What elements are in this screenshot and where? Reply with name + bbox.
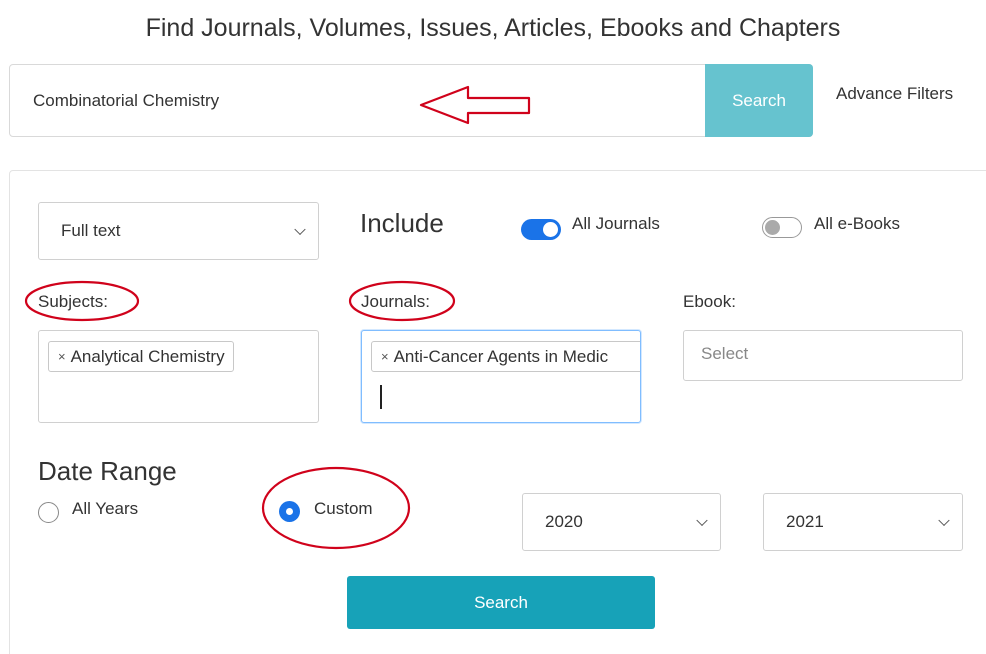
include-label: Include xyxy=(360,208,444,238)
search-scope-select[interactable]: Full text xyxy=(38,202,319,260)
all-ebooks-toggle[interactable] xyxy=(762,217,802,238)
annotation-arrow-icon xyxy=(419,85,531,125)
subject-tag: × Analytical Chemistry xyxy=(48,341,234,372)
from-year-select[interactable]: 2020 xyxy=(522,493,721,551)
subject-tag-label: Analytical Chemistry xyxy=(70,346,225,366)
to-year-select[interactable]: 2021 xyxy=(763,493,963,551)
subjects-multiselect[interactable]: × Analytical Chemistry xyxy=(38,330,319,423)
search-bar xyxy=(9,64,813,137)
chevron-down-icon xyxy=(696,514,708,527)
subjects-label: Subjects: xyxy=(38,292,108,311)
chevron-down-icon xyxy=(294,223,306,236)
ebook-label: Ebook: xyxy=(683,292,736,311)
custom-radio[interactable] xyxy=(279,501,300,522)
all-journals-toggle[interactable] xyxy=(521,219,561,240)
ebook-select[interactable]: Select xyxy=(683,330,963,381)
to-year-value: 2021 xyxy=(786,512,824,531)
page-title: Find Journals, Volumes, Issues, Articles… xyxy=(145,14,841,42)
chevron-down-icon xyxy=(938,514,950,527)
all-ebooks-label: All e-Books xyxy=(814,214,900,233)
submit-search-button[interactable]: Search xyxy=(347,576,655,629)
journals-multiselect[interactable]: × Anti-Cancer Agents in Medic xyxy=(361,330,641,423)
journal-tag-label: Anti-Cancer Agents in Medic xyxy=(393,346,609,366)
custom-label: Custom xyxy=(314,499,373,518)
all-years-radio[interactable] xyxy=(38,502,59,523)
all-years-label: All Years xyxy=(72,499,139,518)
search-button[interactable]: Search xyxy=(705,64,813,137)
from-year-value: 2020 xyxy=(545,512,583,531)
search-scope-value: Full text xyxy=(61,221,121,240)
journals-label: Journals: xyxy=(361,292,430,311)
remove-tag-icon[interactable]: × xyxy=(381,349,389,364)
ebook-placeholder: Select xyxy=(701,344,749,363)
toggle-knob xyxy=(765,220,780,235)
date-range-label: Date Range xyxy=(38,456,177,486)
text-caret xyxy=(380,385,382,409)
all-journals-label: All Journals xyxy=(572,214,660,233)
remove-tag-icon[interactable]: × xyxy=(58,349,66,364)
toggle-knob xyxy=(543,222,558,237)
search-input[interactable] xyxy=(11,66,705,135)
advance-filters-link[interactable]: Advance Filters xyxy=(836,84,953,104)
journal-tag: × Anti-Cancer Agents in Medic xyxy=(371,341,640,372)
